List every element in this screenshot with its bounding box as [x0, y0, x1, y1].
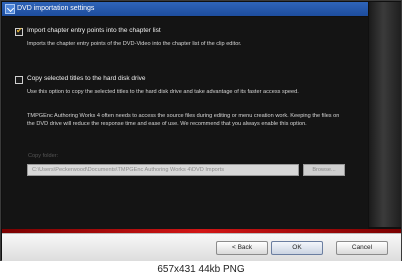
settings-panel: Import chapter entry points into the cha…: [2, 17, 368, 229]
copy-folder-label: Copy folder:: [28, 153, 59, 159]
title-bar: DVD importation settings: [2, 2, 368, 16]
copy-folder-input[interactable]: [27, 164, 299, 176]
copy-titles-note: TMPGEnc Authoring Works 4 often needs to…: [27, 113, 340, 127]
window-title: DVD importation settings: [17, 5, 95, 12]
import-chapters-label[interactable]: Import chapter entry points into the cha…: [27, 27, 161, 34]
back-button[interactable]: < Back: [216, 241, 268, 255]
copy-titles-description: Use this option to copy the selected tit…: [27, 89, 299, 95]
app-icon: [5, 4, 15, 14]
copy-titles-label[interactable]: Copy selected titles to the hard disk dr…: [27, 75, 146, 82]
image-caption: 657x431 44kb PNG: [0, 261, 402, 279]
import-chapters-checkbox[interactable]: [15, 26, 23, 36]
browse-button[interactable]: Browse...: [303, 164, 345, 176]
dialog-window: DVD importation settings Import chapter …: [0, 0, 402, 261]
ok-button[interactable]: OK: [271, 241, 323, 255]
button-bar: < Back OK Cancel: [2, 233, 401, 261]
copy-titles-checkbox[interactable]: [15, 76, 23, 84]
import-chapters-description: Imports the chapter entry points of the …: [27, 41, 242, 47]
cancel-button[interactable]: Cancel: [336, 241, 388, 255]
side-panel-edge: [369, 2, 401, 227]
